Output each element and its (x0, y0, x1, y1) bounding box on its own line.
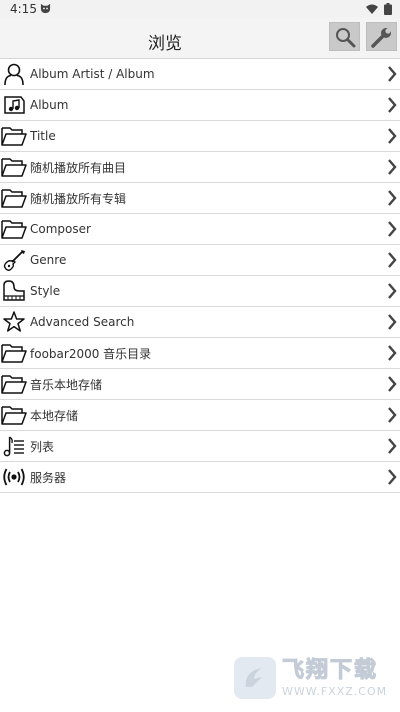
piano-icon (1, 278, 27, 304)
page-title: 浏览 (148, 34, 182, 54)
folder-icon (1, 185, 27, 211)
chevron-right-icon (388, 438, 397, 454)
search-button[interactable] (329, 22, 360, 51)
status-icons (366, 3, 392, 15)
list-item-label: 随机播放所有专辑 (30, 191, 127, 206)
chevron-right-icon (388, 190, 397, 206)
list-item-shuffle-tracks[interactable]: 随机播放所有曲目 (0, 152, 400, 183)
list-item-label: Composer (30, 222, 91, 236)
list-item-album[interactable]: Album (0, 90, 400, 121)
chevron-right-icon (388, 221, 397, 237)
list-item-label: Advanced Search (30, 315, 135, 329)
list-item-label: 音乐本地存储 (30, 377, 103, 392)
list-item-title[interactable]: Title (0, 121, 400, 152)
chevron-right-icon (388, 407, 397, 423)
folder-icon (1, 340, 27, 366)
watermark-logo (234, 657, 276, 699)
chevron-right-icon (388, 97, 397, 113)
person-icon (1, 61, 27, 87)
list-item-composer[interactable]: Composer (0, 214, 400, 245)
list-item-label: Genre (30, 253, 67, 267)
list-item-label: foobar2000 音乐目录 (30, 346, 152, 361)
star-icon (1, 309, 27, 335)
chevron-right-icon (388, 469, 397, 485)
folder-icon (1, 216, 27, 242)
list-item-label: 服务器 (30, 470, 67, 485)
broadcast-icon (1, 464, 27, 490)
watermark-text: 飞翔下载 (281, 657, 379, 683)
browse-list: Album Artist / Album Album Title 随机播放所有曲… (0, 59, 400, 493)
app-header: 浏览 (0, 18, 400, 59)
chevron-right-icon (388, 66, 397, 82)
list-item-shuffle-albums[interactable]: 随机播放所有专辑 (0, 183, 400, 214)
chevron-right-icon (388, 376, 397, 392)
list-item-playlists[interactable]: 列表 (0, 431, 400, 462)
chevron-right-icon (388, 345, 397, 361)
list-item-label: Album (30, 98, 69, 112)
wifi-icon (366, 4, 378, 14)
app-notification-icon (40, 3, 51, 14)
chevron-right-icon (388, 314, 397, 330)
watermark: 飞翔下载 WWW.FXXZ.COM (234, 654, 390, 702)
list-item-local-storage[interactable]: 本地存储 (0, 400, 400, 431)
list-item-foobar-library[interactable]: foobar2000 音乐目录 (0, 338, 400, 369)
album-icon (1, 92, 27, 118)
battery-icon (384, 3, 392, 15)
chevron-right-icon (388, 252, 397, 268)
list-item-advanced-search[interactable]: Advanced Search (0, 307, 400, 338)
watermark-url: WWW.FXXZ.COM (282, 684, 388, 698)
playlist-icon (1, 433, 27, 459)
chevron-right-icon (388, 283, 397, 299)
chevron-right-icon (388, 128, 397, 144)
list-item-style[interactable]: Style (0, 276, 400, 307)
list-item-album-artist[interactable]: Album Artist / Album (0, 59, 400, 90)
folder-icon (1, 402, 27, 428)
chevron-right-icon (388, 159, 397, 175)
wrench-icon (370, 27, 391, 48)
status-bar: 4:15 (0, 0, 400, 18)
list-item-label: 本地存储 (30, 408, 79, 423)
list-item-label: Style (30, 284, 61, 298)
search-icon (335, 27, 355, 47)
folder-icon (1, 154, 27, 180)
list-item-label: 随机播放所有曲目 (30, 160, 127, 175)
list-item-servers[interactable]: 服务器 (0, 462, 400, 493)
list-item-genre[interactable]: Genre (0, 245, 400, 276)
settings-button[interactable] (366, 22, 397, 51)
list-item-label: 列表 (30, 439, 55, 454)
guitar-icon (1, 247, 27, 273)
status-time: 4:15 (10, 2, 37, 16)
folder-icon (1, 123, 27, 149)
list-item-music-local-storage[interactable]: 音乐本地存储 (0, 369, 400, 400)
folder-icon (1, 371, 27, 397)
list-item-label: Album Artist / Album (30, 67, 155, 81)
list-item-label: Title (30, 129, 56, 143)
